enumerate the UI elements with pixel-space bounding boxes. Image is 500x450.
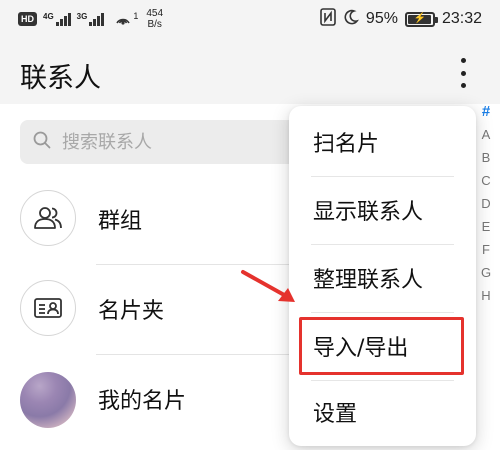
more-options-button[interactable]: [455, 58, 471, 88]
alpha-index-letter[interactable]: G: [478, 261, 494, 284]
more-dot-icon: [460, 58, 466, 63]
network-speed: 454 B/s: [146, 8, 163, 30]
clock: 23:32: [441, 10, 482, 27]
more-dot-icon: [460, 83, 466, 88]
alpha-index-letter[interactable]: B: [478, 146, 494, 169]
network-type-label: 4G: [43, 12, 54, 21]
menu-item-settings[interactable]: 设置: [289, 378, 476, 446]
status-right: 95% ⚡ 23:32: [320, 7, 482, 31]
group-icon: [20, 190, 76, 246]
signal-icon-2: 3G: [77, 12, 105, 26]
alpha-index-letter[interactable]: C: [478, 169, 494, 192]
alpha-index-letter[interactable]: #: [478, 100, 494, 123]
alpha-index-letter[interactable]: A: [478, 123, 494, 146]
battery-icon: ⚡: [404, 11, 438, 27]
search-input[interactable]: [62, 131, 282, 153]
status-bar: HD 4G 3G 1 454 B/s 95% ⚡ 23:32: [0, 0, 500, 38]
search-bar[interactable]: [20, 120, 310, 164]
moon-icon: [343, 9, 360, 30]
overflow-menu: 扫名片 显示联系人 整理联系人 导入/导出 设置: [289, 106, 476, 446]
highlight-box: [299, 317, 464, 375]
list-item-my-card[interactable]: 我的名片: [0, 354, 300, 444]
profile-photo: [20, 372, 76, 428]
speed-unit: B/s: [147, 19, 162, 30]
alphabet-index[interactable]: # A B C D E F G H: [478, 100, 494, 307]
menu-item-organize-contacts[interactable]: 整理联系人: [289, 244, 476, 312]
hd-badge: HD: [18, 12, 37, 26]
search-icon: [32, 130, 52, 154]
alpha-index-letter[interactable]: D: [478, 192, 494, 215]
alpha-index-letter[interactable]: E: [478, 215, 494, 238]
signal-icon: 4G: [43, 12, 71, 26]
page-title: 联系人: [20, 63, 101, 94]
hotspot-icon: 1: [114, 11, 138, 27]
card-holder-icon: [20, 280, 76, 336]
list-item-label: 群组: [98, 209, 143, 234]
list-item-label: 我的名片: [98, 389, 187, 414]
menu-item-scan-card[interactable]: 扫名片: [289, 108, 476, 176]
status-left: HD 4G 3G 1 454 B/s: [18, 8, 163, 30]
red-arrow-icon: [241, 270, 295, 302]
alpha-index-letter[interactable]: H: [478, 284, 494, 307]
network-type-label-2: 3G: [76, 12, 88, 21]
nfc-icon: [320, 7, 336, 31]
battery-percent: 95%: [365, 10, 398, 27]
hotspot-count: 1: [133, 11, 139, 21]
more-dot-icon: [460, 70, 466, 76]
menu-item-display-contacts[interactable]: 显示联系人: [289, 176, 476, 244]
speed-value: 454: [146, 8, 164, 19]
alpha-index-letter[interactable]: F: [478, 238, 494, 261]
list-item-label: 名片夹: [98, 299, 165, 324]
list-item-groups[interactable]: 群组: [0, 174, 300, 264]
